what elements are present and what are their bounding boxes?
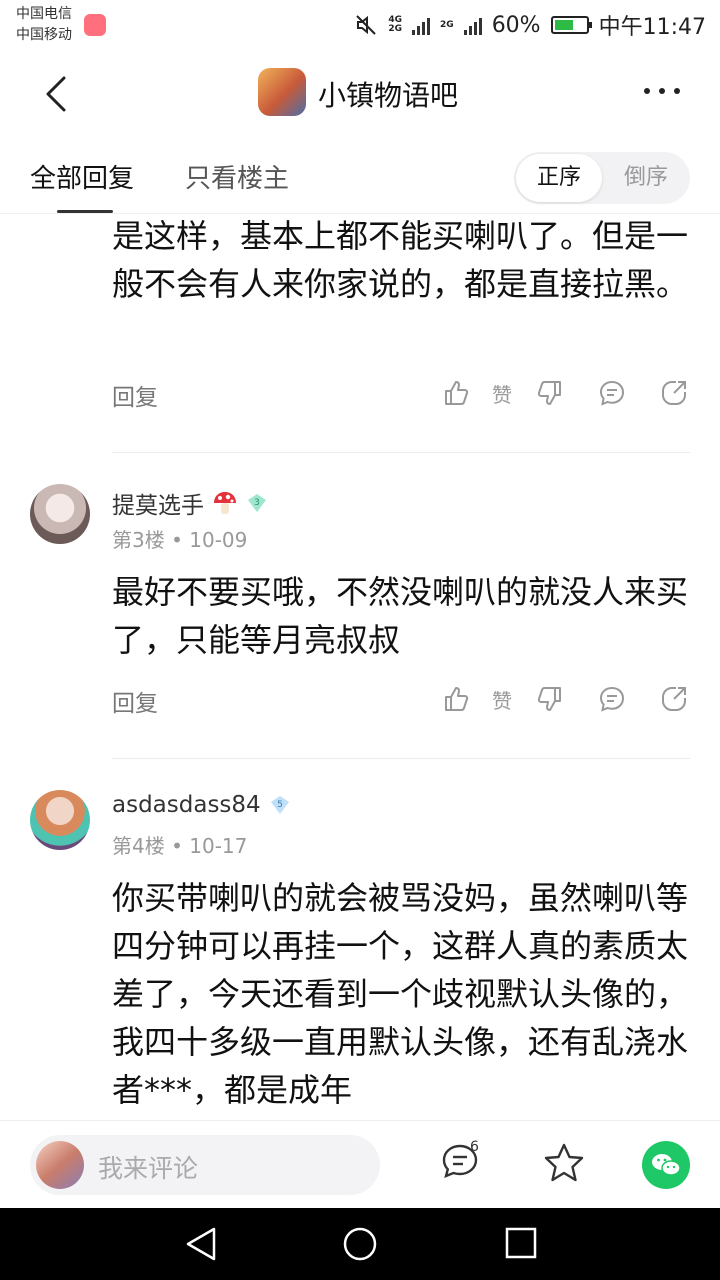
nav-recents-button[interactable] (504, 1226, 538, 1264)
circle-home-icon (343, 1227, 377, 1261)
comment-count: 6 (470, 1139, 479, 1155)
reply-list[interactable]: 是这样，基本上都不能买喇叭了。但是一般不会有人来你家说的，都是直接拉黑。 回复 … (0, 214, 720, 1120)
comment-icon (599, 380, 625, 406)
post-actions: 回复 赞 (112, 374, 690, 414)
comment-button[interactable] (598, 378, 626, 408)
bottom-bar: 我来评论 6 (0, 1120, 720, 1208)
carrier-1: 中国电信 (16, 6, 72, 22)
thumbs-down-icon (537, 687, 561, 711)
svg-text:5: 5 (277, 800, 283, 810)
svg-text:3: 3 (254, 498, 260, 508)
post-meta: 第4楼 • 10-17 (112, 834, 248, 858)
chevron-left-icon (46, 76, 66, 112)
thumbs-up-icon (445, 687, 469, 711)
avatar[interactable] (30, 484, 90, 544)
like-button[interactable] (442, 684, 470, 714)
tab-op-only[interactable]: 只看楼主 (185, 158, 289, 195)
more-dots-icon (644, 88, 650, 94)
thumbs-down-icon (537, 381, 561, 405)
network-type-2: 2G (440, 19, 454, 30)
share-button[interactable] (660, 684, 688, 714)
reply-button[interactable]: 回复 (112, 684, 158, 718)
sort-descending-button[interactable]: 倒序 (602, 152, 690, 204)
level-badge-icon: 3 (248, 494, 266, 512)
nav-back-button[interactable] (184, 1226, 218, 1266)
clock: 中午11:47 (598, 15, 706, 40)
username[interactable]: 提莫选手 3 (112, 486, 268, 520)
wechat-share-button[interactable] (642, 1141, 690, 1189)
comment-placeholder: 我来评论 (98, 1154, 199, 1183)
forum-name[interactable]: 小镇物语吧 (318, 74, 458, 114)
share-button[interactable] (660, 378, 688, 408)
notification-app-icon (84, 14, 106, 36)
like-button[interactable] (442, 378, 470, 408)
wechat-icon (652, 1154, 681, 1176)
post-meta: 第3楼 • 10-09 (112, 528, 248, 552)
post-date: 10-17 (189, 834, 248, 858)
system-nav-bar (0, 1208, 720, 1280)
battery-percent: 60% (491, 12, 541, 38)
favorite-button[interactable] (542, 1141, 586, 1189)
title-bar: 小镇物语吧 (0, 50, 720, 136)
share-icon (662, 687, 686, 711)
post-text: 是这样，基本上都不能买喇叭了。但是一般不会有人来你家说的，都是直接拉黑。 (112, 217, 689, 303)
signal-icon-1 (412, 15, 431, 35)
post-text: 最好不要买哦，不然没喇叭的就没人来买了，只能等月亮叔叔 (112, 573, 689, 659)
status-bar: 中国电信 中国移动 4G 2G 2G 60% 中午11:47 (0, 0, 720, 50)
dislike-button[interactable] (536, 378, 564, 408)
floor-number: 第4楼 (112, 834, 165, 858)
battery-icon (550, 16, 592, 34)
floor-number: 第3楼 (112, 528, 165, 552)
sort-ascending-button[interactable]: 正序 (516, 154, 602, 202)
comment-button[interactable] (598, 684, 626, 714)
divider (112, 758, 690, 759)
forum-logo[interactable] (258, 68, 306, 116)
status-icons: 4G 2G 2G 60% 中午11:47 (354, 10, 706, 40)
carrier-info: 中国电信 中国移动 (16, 4, 72, 46)
more-button[interactable] (644, 88, 680, 94)
star-icon (544, 1143, 584, 1182)
like-label: 赞 (492, 382, 512, 407)
share-icon (662, 381, 686, 405)
reply-button[interactable]: 回复 (112, 378, 158, 412)
network-type-1: 4G 2G (388, 15, 403, 34)
back-button[interactable] (40, 74, 76, 114)
avatar[interactable] (30, 790, 90, 850)
post-text: 你买带喇叭的就会被骂没妈，虽然喇叭等四分钟可以再挂一个，这群人真的素质太差了，今… (112, 879, 689, 1109)
thumbs-up-icon (445, 381, 469, 405)
mute-icon (356, 15, 377, 35)
nav-home-button[interactable] (342, 1226, 378, 1266)
carrier-2: 中国移动 (16, 27, 72, 43)
level-badge-icon: 5 (270, 796, 289, 814)
reply-tabs: 全部回复 只看楼主 正序 倒序 (0, 136, 720, 214)
signal-icon-2 (463, 15, 482, 35)
dislike-button[interactable] (536, 684, 564, 714)
username[interactable]: asdasdass84 5 (112, 792, 291, 818)
divider (112, 452, 690, 453)
comment-input[interactable]: 我来评论 (30, 1135, 380, 1195)
square-recents-icon (505, 1227, 537, 1259)
mushroom-icon (214, 492, 236, 514)
tab-all-replies[interactable]: 全部回复 (30, 158, 134, 195)
comment-icon (599, 686, 625, 712)
active-tab-indicator (57, 210, 113, 213)
triangle-back-icon (186, 1227, 216, 1261)
like-label: 赞 (492, 688, 512, 713)
sort-toggle: 正序 倒序 (514, 152, 690, 204)
post-date: 10-09 (189, 528, 248, 552)
my-avatar (36, 1141, 84, 1189)
post-actions: 回复 赞 (112, 680, 690, 720)
